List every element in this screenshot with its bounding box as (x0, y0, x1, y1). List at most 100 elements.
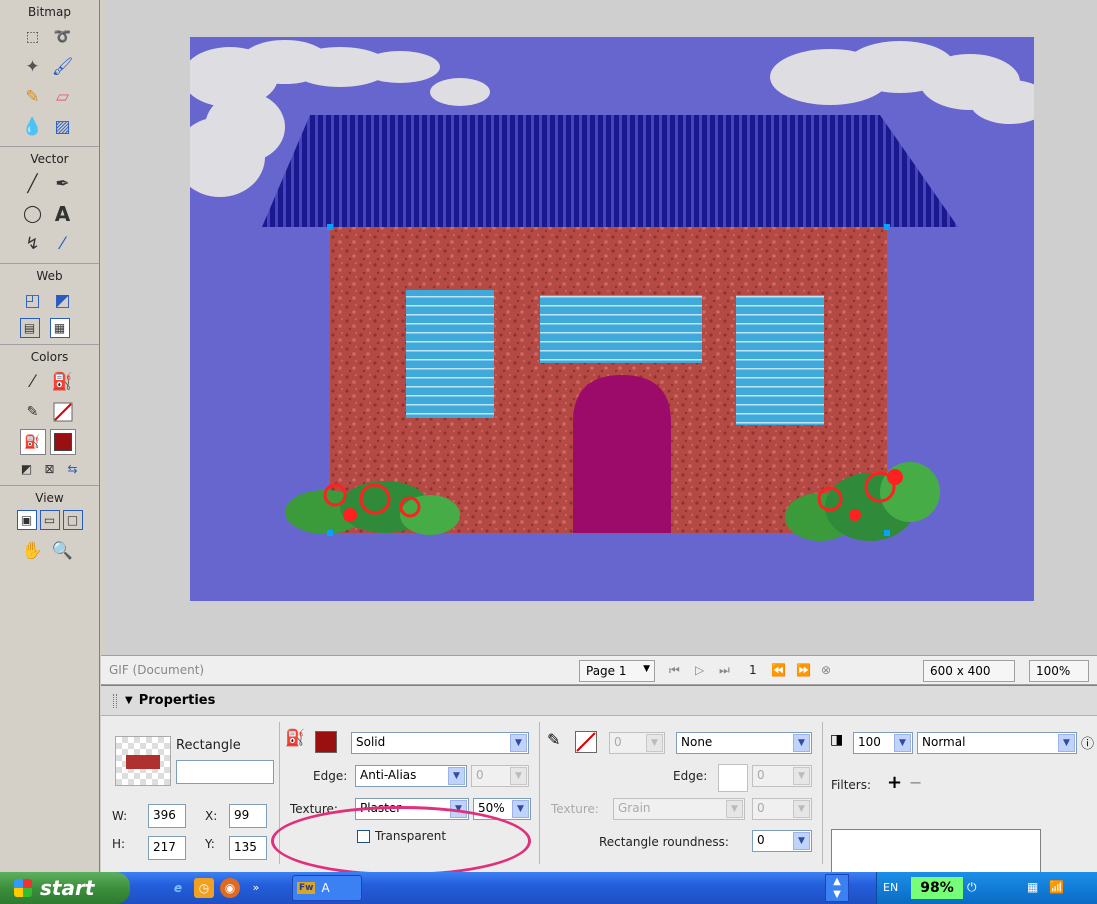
fill-color-box[interactable] (315, 731, 337, 753)
roundness-label: Rectangle roundness: (599, 835, 729, 849)
language-indicator[interactable]: EN (883, 881, 898, 894)
default-colors-icon[interactable]: ◩ (17, 459, 37, 479)
text-tool-icon[interactable]: A (50, 201, 76, 227)
eraser-tool-icon[interactable]: ▱ (50, 84, 76, 110)
ie-icon[interactable]: e (168, 878, 188, 898)
replace-color-tool-icon[interactable]: ▨ (50, 114, 76, 140)
edge-select[interactable]: Anti-Alias ▼ (355, 765, 467, 787)
stroke-size-arrow-icon: ▼ (646, 734, 663, 752)
show-slices-icon[interactable]: ▦ (49, 318, 70, 338)
stop-icon[interactable]: ⊗ (821, 663, 831, 677)
fill-bucket-icon: ⛽ (285, 728, 305, 747)
hide-slices-icon[interactable]: ▤ (19, 318, 40, 338)
pen-tool-icon[interactable]: ✒ (50, 171, 76, 197)
current-frame-number: 1 (749, 663, 757, 677)
fill-type-value: Solid (356, 735, 386, 749)
house-artwork (190, 40, 1034, 541)
power-plug-icon[interactable]: ⏻ (967, 880, 977, 895)
divider (539, 722, 540, 864)
edge-amount-arrow-icon: ▼ (510, 767, 527, 785)
opacity-select[interactable]: 100 ▼ (853, 732, 913, 754)
next-frame-icon[interactable]: ⏩ (796, 663, 811, 677)
last-frame-icon[interactable]: ⏭ (719, 663, 730, 678)
bitmap-section: Bitmap ⬚ ➰ ✦ 🖌 ✎ ▱ 💧 ▨ (0, 0, 99, 147)
knife-tool-icon[interactable]: ⁄ (50, 231, 76, 257)
door (573, 375, 671, 533)
object-name-field[interactable] (176, 760, 274, 784)
window-right (736, 295, 824, 425)
full-screen-menus-icon[interactable]: ▭ (39, 510, 60, 530)
full-screen-icon[interactable]: □ (62, 510, 83, 530)
stroke-type-select[interactable]: None ▼ (676, 732, 812, 754)
no-stroke-fill-icon[interactable]: ⊠ (40, 459, 60, 479)
blur-tool-icon[interactable]: 💧 (20, 114, 46, 140)
freeform-tool-icon[interactable]: ↯ (20, 231, 46, 257)
y-field[interactable]: 135 (229, 836, 267, 860)
stroke-texture-amount-arrow-icon: ▼ (793, 800, 810, 818)
taskbar-scroll-buttons[interactable]: ▲ ▼ (825, 874, 849, 902)
canvas-area[interactable] (101, 0, 1097, 655)
stroke-none-icon (576, 732, 596, 752)
firefox-icon[interactable]: ◉ (220, 878, 240, 898)
object-thumbnail (115, 736, 171, 786)
fireworks-task-button[interactable]: Fw A (292, 875, 362, 901)
marquee-tool-icon[interactable]: ⬚ (20, 24, 46, 50)
standard-screen-icon[interactable]: ▣ (16, 510, 37, 530)
magic-wand-tool-icon[interactable]: ✦ (20, 54, 46, 80)
opacity-icon: ◨ (830, 732, 844, 748)
play-icon[interactable]: ▷ (695, 663, 704, 677)
network-icon[interactable]: ▦ (1027, 880, 1038, 894)
zoom-level[interactable]: 100% (1029, 660, 1089, 682)
page-select-arrow-icon: ▼ (643, 664, 650, 674)
swap-colors-icon[interactable]: ⇆ (63, 459, 83, 479)
properties-header[interactable]: ▼ Properties (101, 686, 1097, 716)
stroke-color-swatch[interactable] (50, 399, 76, 425)
view-section-title: View (35, 491, 64, 505)
stroke-pencil-icon: ✎ (547, 730, 561, 749)
stroke-color-box[interactable] (575, 731, 597, 753)
blend-mode-select[interactable]: Normal ▼ (917, 732, 1077, 754)
paint-bucket-tool-icon[interactable]: ⛽ (50, 369, 76, 395)
fill-color-swatch[interactable] (49, 429, 76, 455)
calendar-icon[interactable]: ◷ (194, 878, 214, 898)
edge-value: Anti-Alias (360, 768, 417, 782)
brush-tool-icon[interactable]: 🖌 (50, 54, 76, 80)
fill-color-chip (53, 433, 72, 451)
more-quicklaunch-icon[interactable]: » (246, 878, 266, 898)
eyedropper-tool-icon[interactable]: ⁄ (20, 369, 46, 395)
x-field[interactable]: 99 (229, 804, 267, 828)
add-filter-button[interactable]: + (887, 772, 902, 793)
x-label: X: (205, 809, 218, 823)
edge-label: Edge: (313, 769, 348, 783)
battery-percent[interactable]: 98% (911, 877, 963, 899)
wireless-icon[interactable]: 📶 (1049, 880, 1064, 894)
hand-tool-icon[interactable]: ✋ (20, 538, 46, 564)
help-icon[interactable]: ⓘ (1081, 733, 1094, 752)
line-tool-icon[interactable]: ╱ (20, 171, 46, 197)
page-select[interactable]: Page 1 ▼ (579, 660, 655, 682)
width-field[interactable]: 396 (148, 804, 186, 828)
remove-filter-button[interactable]: − (909, 773, 922, 792)
prev-frame-icon[interactable]: ⏪ (771, 663, 786, 677)
start-label: start (40, 876, 95, 900)
slice-tool-icon[interactable]: ◩ (50, 288, 76, 314)
divider (822, 722, 823, 864)
roundness-select[interactable]: 0 ▼ (752, 830, 812, 852)
ellipse-tool-icon[interactable]: ◯ (20, 201, 46, 227)
start-button[interactable]: start (0, 872, 130, 904)
fill-type-select[interactable]: Solid ▼ (351, 732, 529, 754)
document-size[interactable]: 600 x 400 (923, 660, 1015, 682)
zoom-tool-icon[interactable]: 🔍 (50, 538, 76, 564)
lasso-tool-icon[interactable]: ➰ (50, 24, 76, 50)
windows-logo-icon (14, 879, 32, 897)
height-field[interactable]: 217 (148, 836, 186, 860)
blend-mode-arrow-icon: ▼ (1058, 734, 1075, 752)
object-type-label: Rectangle (176, 738, 241, 753)
collapse-triangle-icon[interactable]: ▼ (125, 695, 133, 706)
stroke-type-value: None (681, 735, 713, 749)
first-frame-icon[interactable]: ⏮ (669, 663, 680, 678)
panel-grip-icon[interactable] (113, 693, 117, 708)
document-canvas[interactable] (190, 37, 1034, 601)
hotspot-tool-icon[interactable]: ◰ (20, 288, 46, 314)
pencil-tool-icon[interactable]: ✎ (20, 84, 46, 110)
